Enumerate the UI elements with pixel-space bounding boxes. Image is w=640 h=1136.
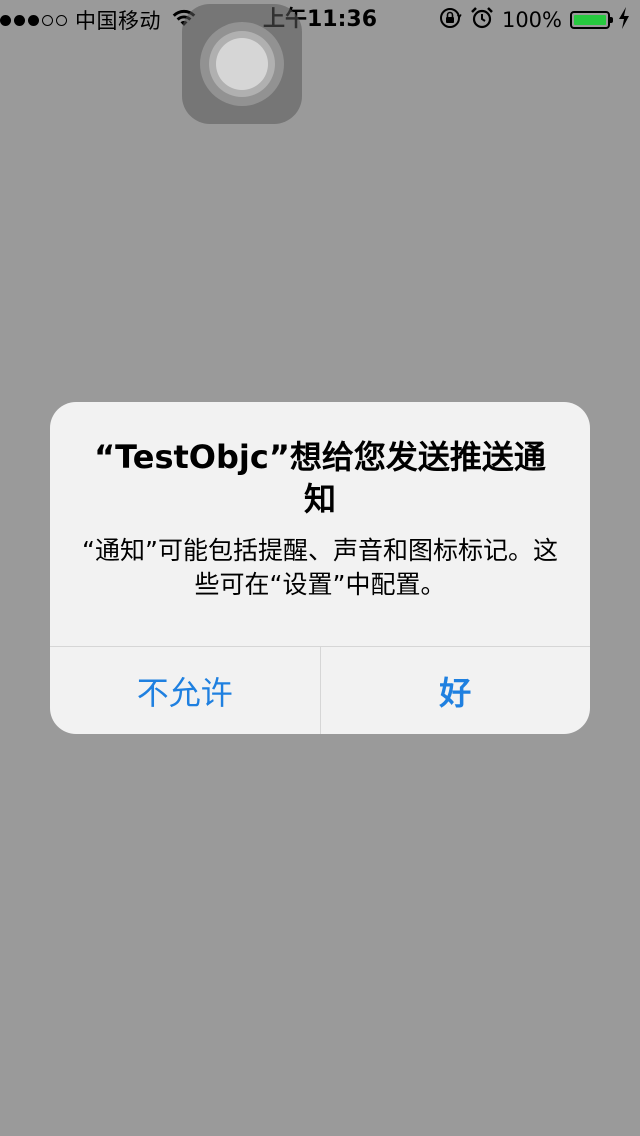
alert-title: “TestObjc”想给您发送推送通知 <box>94 438 546 518</box>
assistive-touch-ring-outer <box>200 22 284 106</box>
assistive-touch-ring-inner <box>209 31 275 97</box>
battery-percent: 100% <box>501 8 562 32</box>
alert-body: “TestObjc”想给您发送推送通知 “通知”可能包括提醒、声音和图标标记。这… <box>50 402 590 646</box>
charging-bolt-icon <box>618 6 630 34</box>
deny-button[interactable]: 不允许 <box>50 647 321 734</box>
rotation-lock-icon <box>438 6 462 35</box>
alert-buttons: 不允许 好 <box>50 646 590 734</box>
allow-button[interactable]: 好 <box>321 647 591 734</box>
battery-fill <box>574 15 606 25</box>
assistive-touch-icon[interactable] <box>182 4 302 124</box>
assistive-touch-core <box>216 38 268 90</box>
status-bar: 中国移动 上午11:36 100% <box>0 0 640 40</box>
notification-permission-alert: “TestObjc”想给您发送推送通知 “通知”可能包括提醒、声音和图标标记。这… <box>50 402 590 734</box>
alarm-icon <box>470 6 494 35</box>
status-bar-right: 100% <box>438 0 630 40</box>
battery-icon <box>570 11 613 29</box>
alert-message: “通知”可能包括提醒、声音和图标标记。这些可在“设置”中配置。 <box>82 536 558 599</box>
